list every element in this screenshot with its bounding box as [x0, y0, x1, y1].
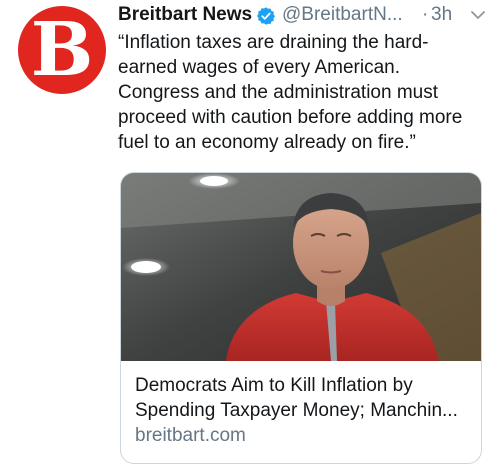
card-domain[interactable]: breitbart.com [135, 425, 246, 447]
link-card[interactable]: Democrats Aim to Kill Inflation by Spend… [120, 172, 482, 464]
tweet[interactable]: B Breitbart News @BreitbartN... · 3h “In… [0, 0, 500, 464]
timestamp[interactable]: 3h [431, 4, 452, 26]
avatar[interactable]: B [18, 6, 106, 94]
display-name[interactable]: Breitbart News [118, 4, 252, 26]
tweet-text-line: Congress and the administration must [118, 82, 438, 103]
tweet-text-line: fuel to an economy already on fire.” [118, 132, 416, 153]
card-title-line: Spending Taxpayer Money; Manchin... [135, 400, 458, 421]
tweet-text-line: “Inflation taxes are draining the hard- [118, 32, 429, 53]
card-title[interactable]: Democrats Aim to Kill Inflation by Spend… [135, 373, 475, 423]
tweet-text: “Inflation taxes are draining the hard- … [118, 30, 490, 155]
handle[interactable]: @BreitbartN... [282, 4, 403, 26]
card-image[interactable] [121, 173, 481, 361]
tweet-text-line: earned wages of every American. [118, 57, 400, 78]
card-title-line: Democrats Aim to Kill Inflation by [135, 375, 413, 396]
verified-badge-icon [257, 7, 275, 25]
chevron-down-icon[interactable] [469, 6, 487, 24]
tweet-body: Breitbart News @BreitbartN... · 3h “Infl… [118, 0, 490, 153]
separator-dot: · [422, 4, 429, 25]
avatar-logo-letter: B [30, 7, 94, 93]
tweet-header: Breitbart News @BreitbartN... · 3h [118, 2, 490, 30]
tweet-text-line: proceed with caution before adding more [118, 107, 463, 128]
